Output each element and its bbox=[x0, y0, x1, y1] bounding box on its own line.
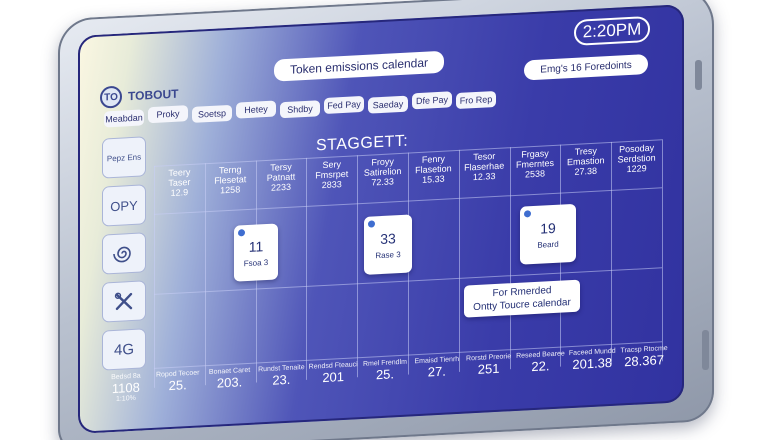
column-header: Fenry Flasetion 15.33 bbox=[415, 153, 452, 185]
spiral-icon bbox=[113, 246, 131, 263]
footer-stat: Rundst Tenaite 23. bbox=[255, 364, 307, 389]
side-button bbox=[702, 330, 709, 370]
tab-5[interactable]: Fed Pay bbox=[324, 95, 364, 114]
tab-8[interactable]: Fro Rep bbox=[456, 90, 496, 110]
footer-stat-value: 251 bbox=[477, 360, 500, 377]
column-header: Sery Fmsrpet 2833 bbox=[315, 159, 349, 190]
footer-stat: Rorstd Preorie 251 bbox=[463, 353, 515, 378]
logo-mark: TO bbox=[100, 85, 122, 109]
sidebar-item-tools[interactable] bbox=[102, 280, 146, 323]
sidebar-item-spiral[interactable] bbox=[102, 232, 146, 275]
footer-stat-value: 201.38 bbox=[572, 354, 613, 372]
footer-stat-value: 203. bbox=[216, 374, 243, 391]
tab-6[interactable]: Saeday bbox=[368, 95, 408, 114]
event-marker-icon bbox=[237, 228, 246, 238]
tab-3[interactable]: Hetey bbox=[236, 100, 276, 119]
info-note[interactable]: For Rmerded Ontty Toucre calendar bbox=[464, 279, 580, 318]
event-marker-icon bbox=[367, 219, 376, 229]
column-header: Teery Taser 12.9 bbox=[168, 166, 191, 198]
event-label: Fsoa 3 bbox=[243, 257, 269, 268]
footer-stat: Faceed Mundd 201.38 bbox=[566, 348, 618, 373]
tab-7[interactable]: Dfe Pay bbox=[412, 91, 452, 110]
event-label: Beard bbox=[537, 239, 559, 250]
footer-stat-sub: 1:10% bbox=[115, 394, 136, 403]
footer-stat-value: 27. bbox=[427, 363, 446, 380]
sidebar-item-label: OPY bbox=[110, 197, 138, 214]
footer-stat-value: 28.367 bbox=[624, 352, 664, 370]
column-header: Posoday Serdstion 1229 bbox=[617, 142, 656, 174]
event-number: 11 bbox=[248, 237, 264, 255]
footer-stat-value: 25. bbox=[375, 366, 395, 383]
event-marker-icon bbox=[523, 209, 532, 219]
tab-1[interactable]: Proky bbox=[148, 105, 188, 124]
footer-stat-value: 25. bbox=[168, 377, 187, 394]
grid-line bbox=[662, 139, 663, 362]
section-title: STAGGETT: bbox=[316, 132, 409, 155]
calendar-event[interactable]: 19 Beard bbox=[520, 203, 576, 265]
sidebar-item-label: 4G bbox=[113, 340, 134, 359]
footer-stat: Rendsd Fteauci 201 bbox=[307, 361, 359, 386]
footer-stat: Emaisd Tienrh 27. bbox=[411, 356, 463, 381]
footer-stat: Ropod Tecoer 25. bbox=[152, 369, 204, 394]
tab-4[interactable]: Shdby bbox=[280, 100, 320, 119]
sidebar-item-network[interactable]: 4G bbox=[102, 328, 146, 371]
tools-icon bbox=[114, 292, 133, 311]
calendar-event[interactable]: 11 Fsoa 3 bbox=[234, 223, 278, 282]
column-header: Terng Flesetat 1258 bbox=[214, 164, 247, 196]
calendar-event[interactable]: 33 Rase 3 bbox=[364, 214, 412, 275]
column-header: Tersy Patnatt 2233 bbox=[266, 161, 296, 193]
event-number: 33 bbox=[380, 229, 396, 247]
column-header: Tresy Emastion 27.38 bbox=[567, 145, 605, 177]
sidebar-item-calendar[interactable]: Pepz Ens bbox=[102, 136, 146, 179]
event-number: 19 bbox=[540, 219, 556, 237]
footer-stat: Tracsp Rtocme 28.367 bbox=[618, 345, 670, 370]
side-button bbox=[695, 60, 702, 90]
logo-text: TOBOUT bbox=[128, 86, 179, 104]
column-header: Tesor Flaserhae 12.33 bbox=[464, 151, 505, 182]
footer-stat: Reseed Bearee 22. bbox=[515, 350, 567, 375]
clock-display: 2:20PM bbox=[574, 15, 650, 46]
column-header: Froyy Satirelion 72.33 bbox=[363, 156, 402, 188]
device-scene: TO TOBOUT Token emissions calendar 2:20P… bbox=[0, 0, 780, 440]
footer-stat-value: 23. bbox=[272, 371, 291, 388]
tab-2[interactable]: Soetsp bbox=[192, 104, 232, 123]
app-screen: TO TOBOUT Token emissions calendar 2:20P… bbox=[78, 4, 684, 434]
footer-stat-value: 22. bbox=[531, 358, 550, 375]
sidebar-item-copy[interactable]: OPY bbox=[102, 184, 146, 227]
filter-dropdown[interactable]: Emg's 16 Foredoints bbox=[524, 54, 648, 81]
footer-stat-value: 201 bbox=[322, 368, 345, 386]
footer-stat: Bonaet Caret 203. bbox=[204, 367, 256, 392]
sidebar: Pepz Ens OPY 4G bbox=[102, 136, 150, 379]
footer-stat: Bedsd 8a 1108 1:10% bbox=[100, 372, 152, 404]
page-title: Token emissions calendar bbox=[274, 50, 444, 82]
tab-0[interactable]: Meabdan bbox=[104, 109, 144, 128]
footer-stat: Rmel Frendlm 25. bbox=[359, 358, 411, 383]
column-header: Frgasy Fmerntes 2538 bbox=[515, 148, 554, 180]
event-label: Rase 3 bbox=[375, 249, 401, 260]
sidebar-item-label: Pepz Ens bbox=[106, 152, 142, 163]
